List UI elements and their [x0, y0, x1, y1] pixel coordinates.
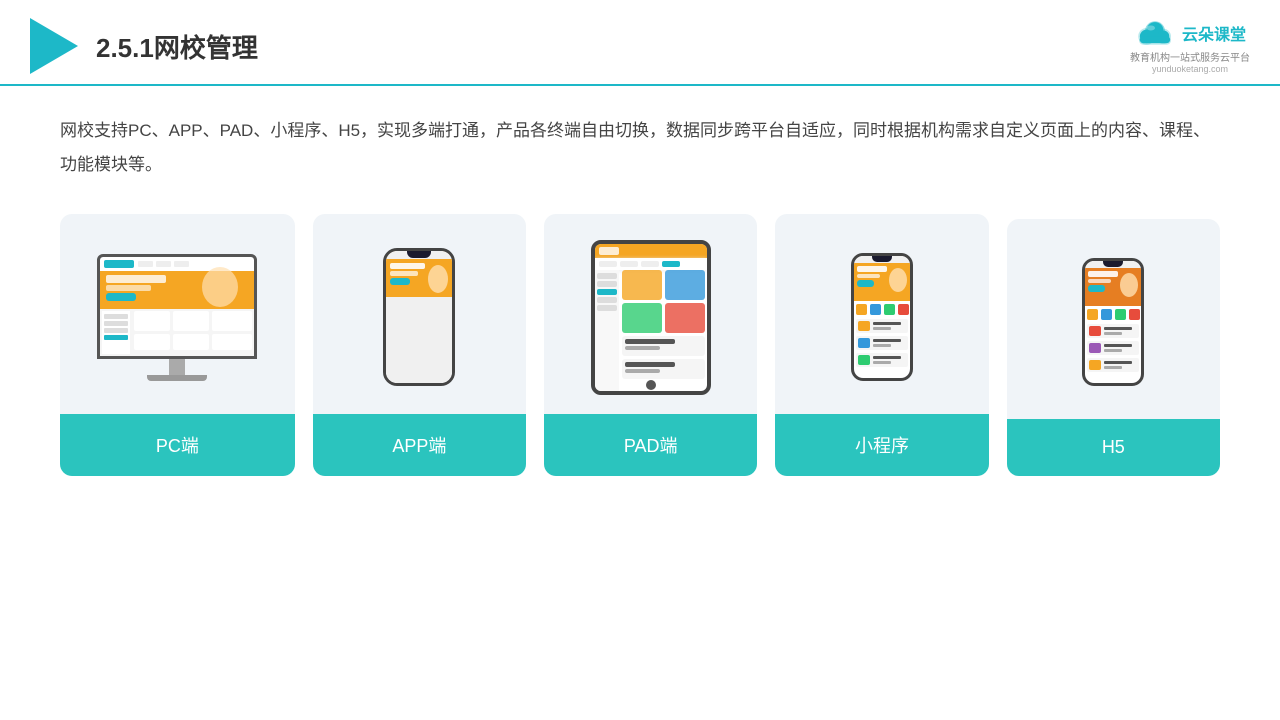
app-phone-mockup [383, 248, 455, 386]
pc-image-area [60, 214, 295, 414]
description-text: 网校支持PC、APP、PAD、小程序、H5，实现多端打通，产品各终端自由切换，数… [60, 114, 1220, 182]
header: 2.5.1网校管理 云朵课堂 教育机构一站式服务云平台 yunduoketang… [0, 0, 1280, 86]
phone-notch [407, 251, 431, 258]
h5-phone-notch [1103, 261, 1123, 267]
device-card-pad: PAD端 [544, 214, 757, 476]
brand-tagline: 教育机构一站式服务云平台 [1130, 49, 1250, 64]
pc-label: PC端 [60, 414, 295, 476]
device-card-h5: H5 [1007, 219, 1220, 476]
brand-name: 云朵课堂 [1182, 21, 1246, 45]
pad-image-area [544, 214, 757, 414]
pad-label: PAD端 [544, 414, 757, 476]
brand-logo: 云朵课堂 [1134, 19, 1246, 47]
pc-screen [97, 254, 257, 359]
pc-mockup [97, 254, 257, 381]
app-image-area [313, 214, 526, 414]
miniprogram-image-area [775, 214, 988, 414]
cloud-logo-icon [1134, 19, 1176, 47]
device-card-pc: PC端 [60, 214, 295, 476]
miniprogram-label: 小程序 [775, 414, 988, 476]
devices-row: PC端 [60, 214, 1220, 476]
mini-phone-notch [872, 256, 892, 262]
device-card-app: APP端 [313, 214, 526, 476]
logo-icon [30, 18, 78, 74]
device-card-miniprogram: 小程序 [775, 214, 988, 476]
h5-phone-mockup [1082, 258, 1144, 386]
h5-label: H5 [1007, 419, 1220, 476]
h5-image-area [1007, 219, 1220, 419]
brand-area: 云朵课堂 教育机构一站式服务云平台 yunduoketang.com [1130, 19, 1250, 74]
pad-tablet-mockup [591, 240, 711, 395]
pc-base [147, 375, 207, 381]
brand-url: yunduoketang.com [1152, 64, 1228, 74]
header-left: 2.5.1网校管理 [30, 18, 258, 74]
pc-stand [169, 359, 185, 375]
phone-screen [386, 251, 452, 383]
main-content: 网校支持PC、APP、PAD、小程序、H5，实现多端打通，产品各终端自由切换，数… [0, 86, 1280, 496]
miniprogram-phone-mockup [851, 253, 913, 381]
page-title: 2.5.1网校管理 [96, 28, 258, 65]
app-label: APP端 [313, 414, 526, 476]
